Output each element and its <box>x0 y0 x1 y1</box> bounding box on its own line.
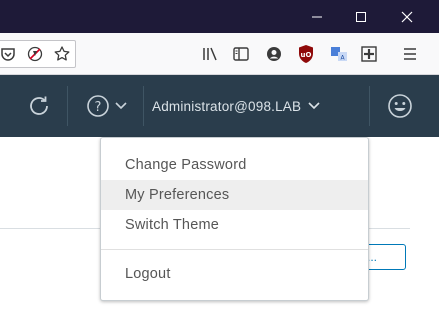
header-divider <box>143 86 144 126</box>
change-password-menu-item[interactable]: Change Password <box>101 150 368 180</box>
logout-menu-item[interactable]: Logout <box>101 259 368 289</box>
svg-text:uO: uO <box>301 51 312 59</box>
chevron-down-icon <box>308 102 320 110</box>
svg-text:?: ? <box>95 100 102 115</box>
user-label: Administrator@098.LAB <box>152 98 302 114</box>
bookmark-star-icon[interactable] <box>50 42 74 66</box>
minimize-icon[interactable] <box>295 0 339 33</box>
translate-icon[interactable]: A <box>327 42 351 66</box>
extension-icon[interactable] <box>357 42 381 66</box>
help-circle-icon[interactable]: ? <box>86 92 130 120</box>
window-titlebar <box>0 0 439 33</box>
browser-toolbar: uO A <box>0 33 439 75</box>
header-divider <box>369 86 370 126</box>
smiley-icon[interactable] <box>386 92 414 120</box>
switch-theme-menu-item[interactable]: Switch Theme <box>101 210 368 240</box>
account-icon[interactable] <box>262 42 286 66</box>
refresh-icon[interactable] <box>24 91 54 121</box>
menu-divider <box>101 249 368 250</box>
my-preferences-menu-item[interactable]: My Preferences <box>101 180 368 210</box>
ublock-icon[interactable]: uO <box>294 42 318 66</box>
maximize-icon[interactable] <box>339 0 383 33</box>
sidebar-icon[interactable] <box>229 42 253 66</box>
app-header: ? Administrator@098.LAB <box>0 75 439 137</box>
header-divider <box>67 86 68 126</box>
pocket-icon[interactable] <box>0 42 20 66</box>
tracking-protection-icon[interactable] <box>23 42 47 66</box>
library-icon[interactable] <box>198 42 222 66</box>
user-dropdown-menu: Change Password My Preferences Switch Th… <box>100 137 369 301</box>
user-menu-toggle[interactable]: Administrator@098.LAB <box>152 93 320 119</box>
hamburger-menu-icon[interactable] <box>398 42 422 66</box>
close-icon[interactable] <box>385 0 429 33</box>
